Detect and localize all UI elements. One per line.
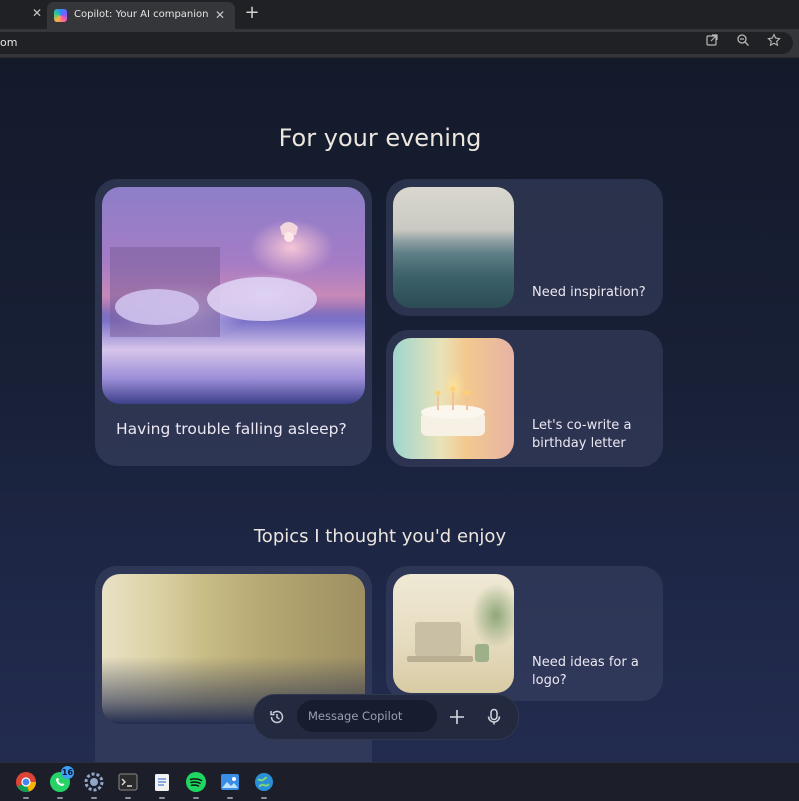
section-title-topics: Topics I thought you'd enjoy xyxy=(253,526,507,547)
card-label: Need inspiration? xyxy=(532,285,646,300)
copilot-favicon-icon xyxy=(54,9,67,22)
notepad-icon[interactable] xyxy=(151,771,173,799)
browser-toolbar: om xyxy=(0,29,799,58)
card-label: Having trouble falling asleep? xyxy=(116,420,347,438)
chrome-icon[interactable] xyxy=(15,771,37,799)
whatsapp-icon[interactable]: 16 xyxy=(49,766,74,799)
bedroom-illustration-detail xyxy=(110,222,317,337)
whatsapp-badge: 16 xyxy=(61,766,74,779)
photos-icon[interactable] xyxy=(219,771,241,799)
card-label: Need ideas for a logo? xyxy=(532,655,639,688)
spotify-icon[interactable] xyxy=(185,771,207,799)
cake-detail xyxy=(421,386,485,436)
copilot-page: For your evening Having trouble falling … xyxy=(0,58,799,762)
card-birthday-letter[interactable]: Let's co-write a birthday letter xyxy=(386,330,663,467)
settings-icon[interactable] xyxy=(83,771,105,799)
section-title-evening: For your evening xyxy=(278,124,482,152)
address-bar[interactable]: om xyxy=(0,32,793,54)
card-need-inspiration[interactable]: Need inspiration? xyxy=(386,179,663,316)
bookmark-star-icon[interactable] xyxy=(767,33,781,47)
card-logo-ideas[interactable]: Need ideas for a logo? xyxy=(386,566,663,701)
bedroom-illustration xyxy=(102,187,365,404)
card-label: Let's co-write a birthday letter xyxy=(532,418,632,451)
terminal-icon[interactable] xyxy=(117,771,139,799)
tab-strip: ✕ Copilot: Your AI companion ✕ + xyxy=(0,0,799,29)
zoom-icon[interactable] xyxy=(736,33,750,47)
plus-icon[interactable] xyxy=(447,707,467,727)
card-trouble-sleeping[interactable]: Having trouble falling asleep? xyxy=(95,179,372,466)
microphone-icon[interactable] xyxy=(484,707,504,727)
history-icon[interactable] xyxy=(267,707,287,727)
open-in-app-icon[interactable] xyxy=(705,33,719,47)
birthday-cake-illustration xyxy=(393,338,514,459)
previous-tab-close-icon[interactable]: ✕ xyxy=(30,6,44,20)
tab-close-icon[interactable]: ✕ xyxy=(213,8,227,22)
tab-copilot[interactable]: Copilot: Your AI companion ✕ xyxy=(47,2,235,29)
desk-detail xyxy=(407,622,489,662)
message-input[interactable] xyxy=(297,700,437,732)
message-composer xyxy=(253,694,519,740)
url-text[interactable]: om xyxy=(0,36,17,49)
new-tab-button[interactable]: + xyxy=(242,3,262,23)
browser-globe-icon[interactable] xyxy=(253,771,275,799)
tab-title: Copilot: Your AI companion xyxy=(74,9,209,20)
sea-illustration xyxy=(393,187,514,308)
taskbar: 16 xyxy=(0,762,799,801)
desk-laptop-illustration xyxy=(393,574,514,693)
